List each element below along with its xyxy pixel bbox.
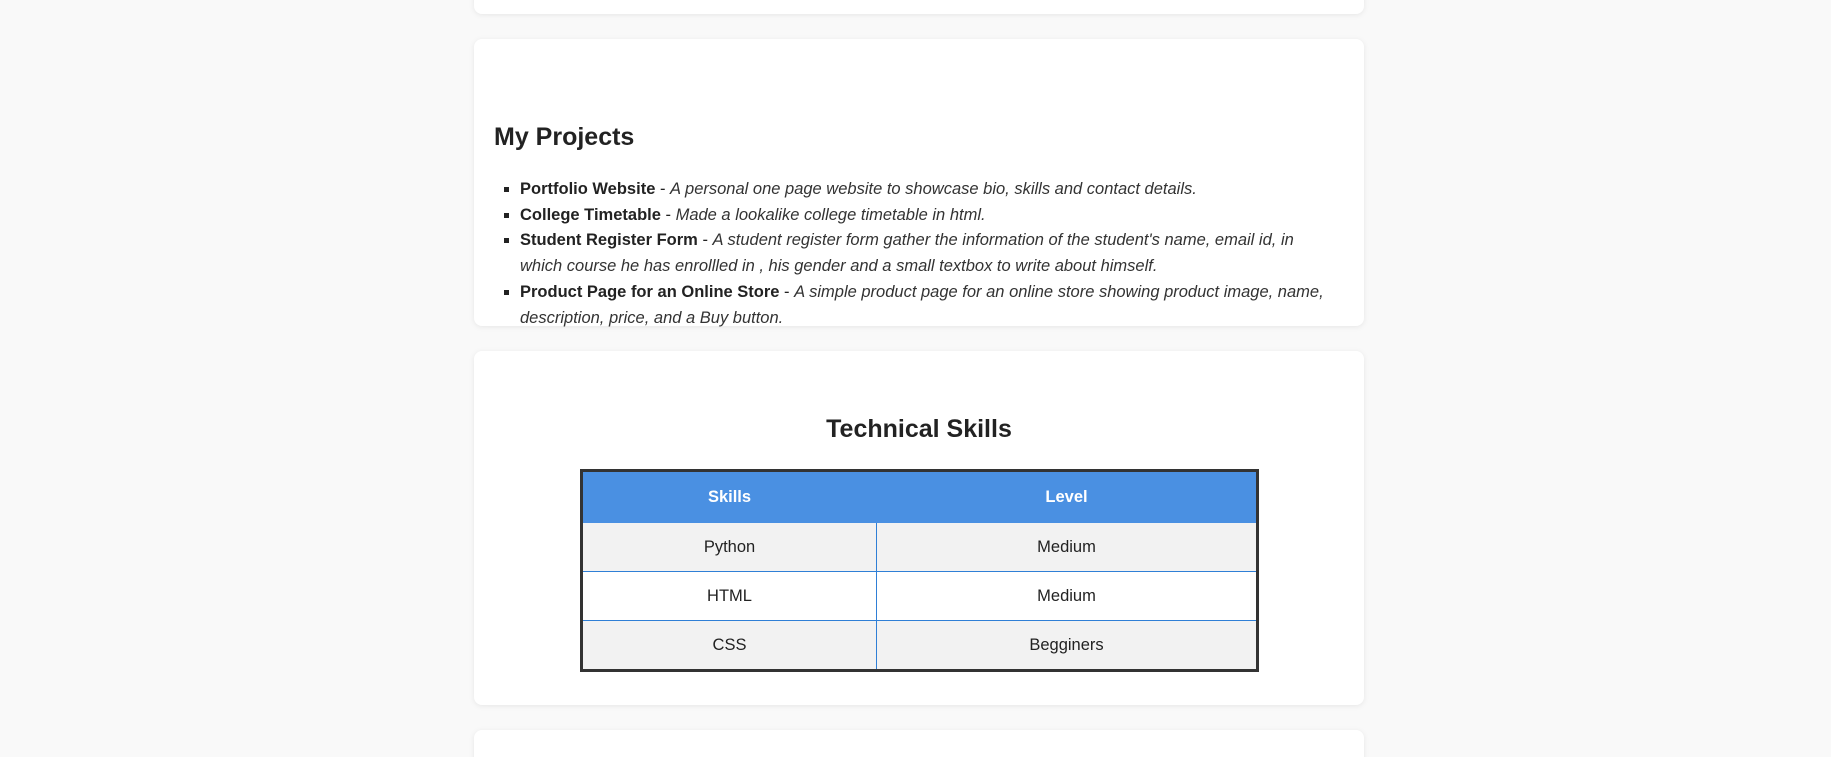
project-description: Made a lookalike college timetable in ht…	[675, 205, 986, 224]
skill-cell: HTML	[581, 571, 877, 621]
project-item: Product Page for an Online Store - A sim…	[520, 280, 1340, 331]
skill-cell: Python	[581, 522, 877, 572]
previous-section-card	[474, 0, 1364, 14]
project-item: Portfolio Website - A personal one page …	[520, 177, 1340, 203]
project-separator: -	[660, 205, 676, 224]
project-item: Student Register Form - A student regist…	[520, 228, 1340, 279]
project-separator: -	[655, 180, 671, 198]
project-item: College Timetable - Made a lookalike col…	[520, 203, 1340, 229]
projects-list: Portfolio Website - A personal one page …	[494, 177, 1340, 331]
table-row: CSS Begginers	[581, 620, 1258, 671]
column-header-skills: Skills	[581, 470, 877, 523]
page: My Projects Portfolio Website - A person…	[0, 0, 1831, 757]
projects-title: My Projects	[494, 123, 635, 151]
skills-table: Skills Level Python Medium HTML Medium C…	[580, 469, 1259, 672]
skills-section: Technical Skills Skills Level Python Med…	[474, 351, 1364, 705]
project-name: Student Register Form	[520, 231, 698, 250]
level-cell: Medium	[876, 571, 1258, 621]
project-name: College Timetable	[520, 205, 661, 224]
column-header-level: Level	[876, 470, 1258, 523]
skill-cell: CSS	[581, 620, 877, 671]
projects-section: My Projects Portfolio Website - A person…	[474, 39, 1364, 327]
level-cell: Medium	[876, 522, 1258, 572]
project-description: A personal one page website to showcase …	[670, 180, 1197, 198]
project-separator: -	[779, 282, 795, 301]
next-section-card	[474, 730, 1364, 757]
project-separator: -	[697, 231, 713, 250]
skills-title: Technical Skills	[826, 415, 1012, 443]
project-name: Portfolio Website	[520, 180, 656, 198]
table-header-row: Skills Level	[581, 470, 1258, 523]
project-name: Product Page for an Online Store	[520, 282, 780, 301]
table-row: Python Medium	[581, 522, 1258, 572]
table-row: HTML Medium	[581, 571, 1258, 621]
level-cell: Begginers	[876, 620, 1258, 671]
